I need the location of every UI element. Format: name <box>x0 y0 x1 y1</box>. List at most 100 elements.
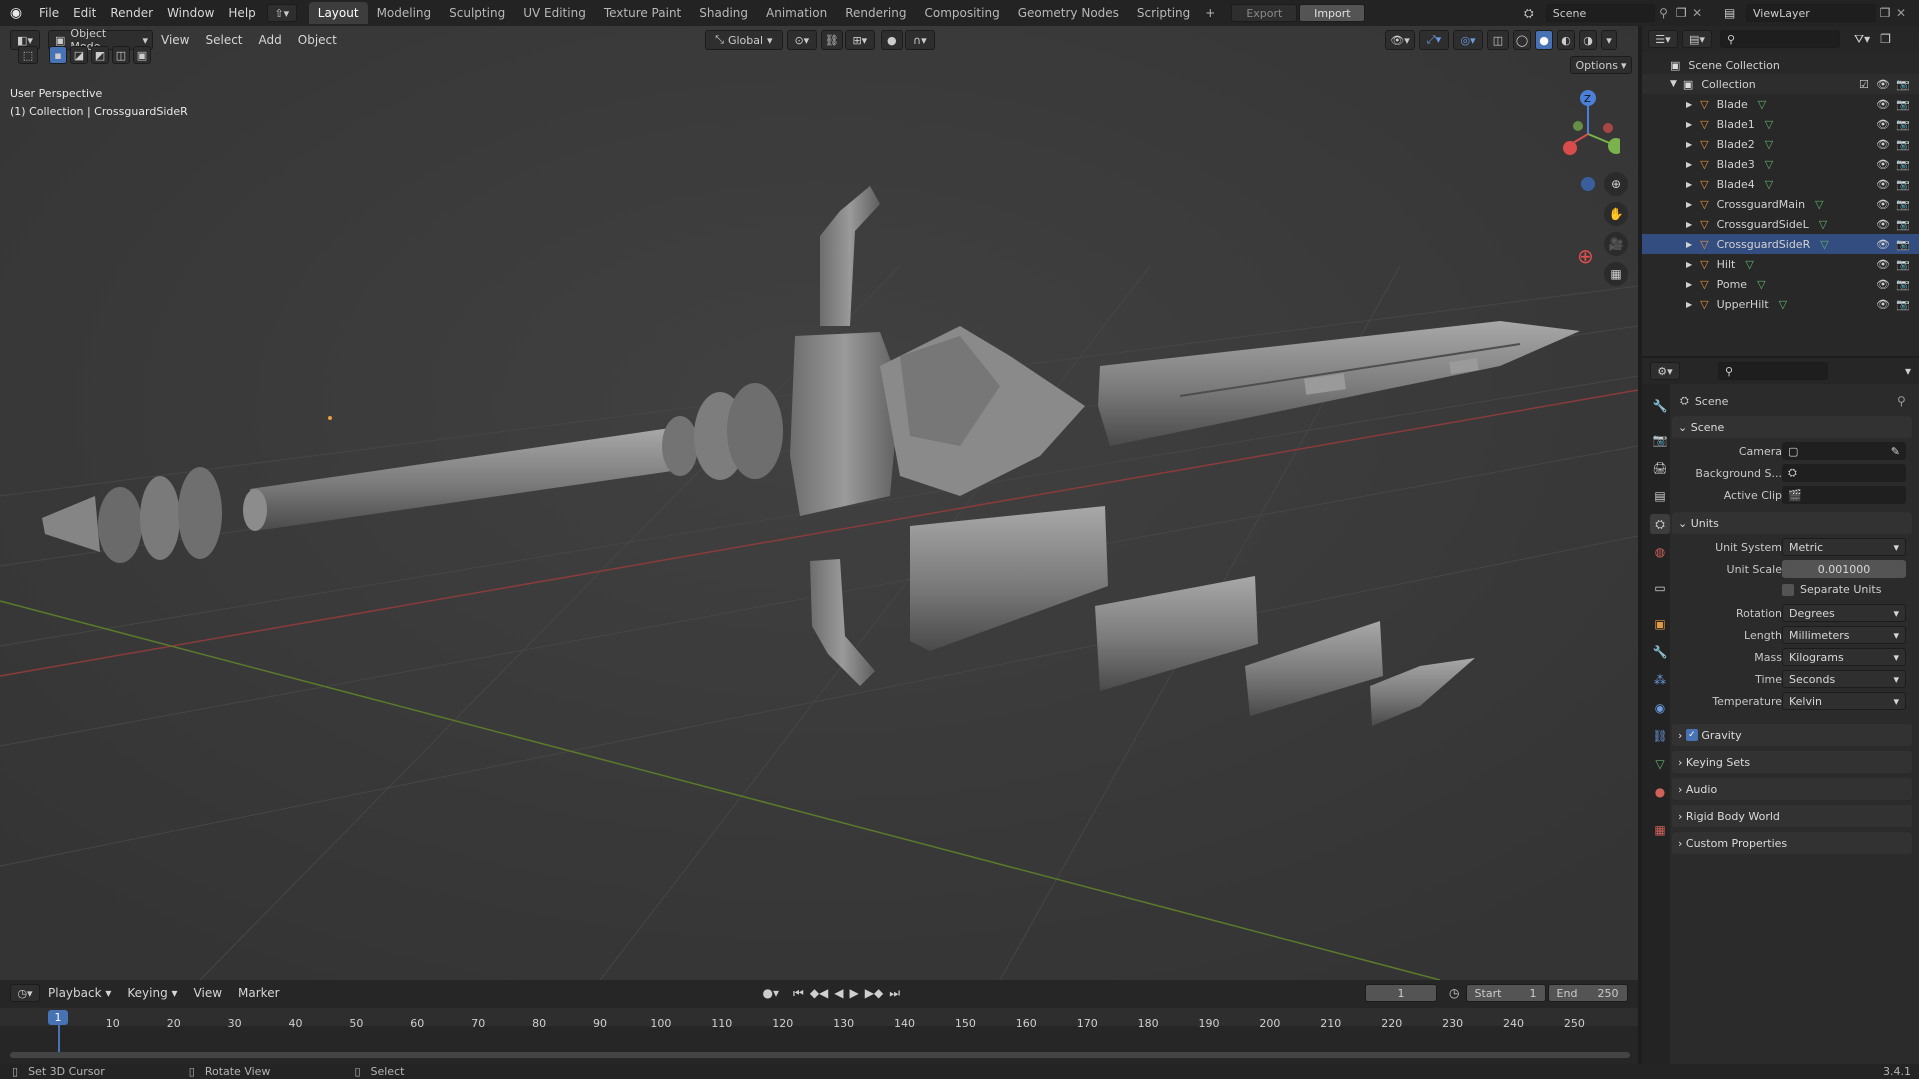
outliner-row-object[interactable]: ▶ ▽ CrossguardSideL ▽ 👁 📷 <box>1642 214 1919 234</box>
3d-viewport[interactable]: ◧▾ ▣Object Mode▾ View Select Add Object … <box>0 26 1638 980</box>
play-icon[interactable]: ▶ <box>850 986 859 1000</box>
viewport-menu-select[interactable]: Select <box>197 33 250 47</box>
view-layer-tab-icon[interactable]: ▤ <box>1650 486 1670 506</box>
outliner-row-object[interactable]: ▶ ▽ Blade2 ▽ 👁 📷 <box>1642 134 1919 154</box>
camera-field[interactable]: ▢ ✎ <box>1782 442 1906 460</box>
expand-arrow-icon[interactable]: ▶ <box>1686 140 1692 149</box>
expand-arrow-icon[interactable]: ▶ <box>1686 180 1692 189</box>
add-workspace-icon[interactable]: + <box>1199 6 1221 20</box>
render-camera-icon[interactable]: 📷 <box>1896 298 1910 311</box>
display-mode-icon[interactable]: ▤▾ <box>1682 30 1712 48</box>
visibility-eye-icon[interactable]: 👁 <box>1876 218 1890 231</box>
time-dropdown[interactable]: Seconds ▾ <box>1782 670 1906 688</box>
render-camera-icon[interactable]: 📷 <box>1896 198 1910 211</box>
menu-file[interactable]: File <box>32 6 66 20</box>
keying-sets-panel-header[interactable]: › Keying Sets <box>1672 751 1912 773</box>
snap-toggle[interactable]: ⛓ <box>820 30 843 50</box>
jump-end-icon[interactable]: ⏭ <box>889 986 900 1001</box>
menu-window[interactable]: Window <box>160 6 221 20</box>
mass-dropdown[interactable]: Kilograms ▾ <box>1782 648 1906 666</box>
tab-texture-paint[interactable]: Texture Paint <box>595 2 690 24</box>
particles-tab-icon[interactable]: ⁂ <box>1650 670 1670 690</box>
exclude-checkbox-icon[interactable]: ☑ <box>1859 78 1869 91</box>
import-button[interactable]: Import <box>1299 4 1366 22</box>
end-frame-field[interactable]: End 250 <box>1547 984 1628 1002</box>
pan-hand-icon[interactable]: ✋ <box>1604 202 1628 226</box>
tab-uv-editing[interactable]: UV Editing <box>514 2 595 24</box>
proportional-falloff-dropdown[interactable]: ∩▾ <box>904 30 935 50</box>
visibility-eye-icon[interactable]: 👁 <box>1876 118 1890 131</box>
render-camera-icon[interactable]: 📷 <box>1896 158 1910 171</box>
preview-range-icon[interactable]: ◷ <box>1449 986 1459 1000</box>
physics-tab-icon[interactable]: ◉ <box>1650 698 1670 718</box>
tab-shading[interactable]: Shading <box>690 2 757 24</box>
expand-arrow-icon[interactable]: ▶ <box>1686 100 1692 109</box>
scene-name-field[interactable]: Scene <box>1545 4 1655 22</box>
timeline-menu-playback[interactable]: Playback ▾ <box>40 986 119 1000</box>
outliner-row-object[interactable]: ▶ ▽ Pome ▽ 👁 📷 <box>1642 274 1919 294</box>
render-tab-icon[interactable]: 📷 <box>1650 430 1670 450</box>
unit-scale-field[interactable]: 0.001000 <box>1782 560 1906 578</box>
new-scene-icon[interactable]: ❐ <box>1672 6 1690 20</box>
xray-toggle-icon[interactable]: ◫ <box>1487 30 1509 50</box>
select-subtract-icon[interactable]: ◩ <box>91 46 109 64</box>
outliner-row-object[interactable]: ▶ ▽ Blade3 ▽ 👁 📷 <box>1642 154 1919 174</box>
start-frame-field[interactable]: Start 1 <box>1465 984 1546 1002</box>
audio-panel-header[interactable]: › Audio <box>1672 778 1912 800</box>
outliner-search-input[interactable]: ⚲ <box>1720 30 1840 48</box>
proportional-edit-toggle[interactable]: ● <box>880 30 903 50</box>
scene-tab-icon[interactable]: ⛭ <box>1650 514 1670 534</box>
neg-z-axis-icon[interactable] <box>1581 177 1595 191</box>
expand-arrow-icon[interactable]: ▼ <box>1670 79 1677 89</box>
properties-search-input[interactable]: ⚲ <box>1718 362 1828 380</box>
outliner-row-object[interactable]: ▶ ▽ CrossguardMain ▽ 👁 📷 <box>1642 194 1919 214</box>
visibility-eye-icon[interactable]: 👁 <box>1876 198 1890 211</box>
timeline-scrollbar[interactable] <box>10 1052 1630 1058</box>
pin-context-icon[interactable]: ⚲ <box>1897 394 1906 408</box>
gravity-panel-header[interactable]: › ✓ Gravity <box>1672 724 1912 746</box>
visibility-eye-icon[interactable]: 👁 <box>1876 98 1890 111</box>
menu-render[interactable]: Render <box>103 6 160 20</box>
jump-start-icon[interactable]: ⏮ <box>793 986 804 1001</box>
material-tab-icon[interactable]: ● <box>1650 782 1670 802</box>
visibility-eye-icon[interactable]: 👁 <box>1876 238 1890 251</box>
menu-help[interactable]: Help <box>221 6 262 20</box>
jump-keyframe-back-icon[interactable]: ◆◀ <box>810 986 828 1000</box>
render-camera-icon[interactable]: 📷 <box>1896 178 1910 191</box>
tool-tab-icon[interactable]: 🔧 <box>1650 396 1670 416</box>
expand-arrow-icon[interactable]: ▶ <box>1686 240 1692 249</box>
export-import-menu-icon[interactable]: ⇧▾ <box>266 4 297 22</box>
gizmo-toggle-icon[interactable]: ⤢▾ <box>1419 30 1449 50</box>
render-camera-icon[interactable]: 📷 <box>1896 258 1910 271</box>
expand-arrow-icon[interactable]: ▶ <box>1686 300 1692 309</box>
visibility-eye-icon[interactable]: 👁 <box>1876 278 1890 291</box>
object-tab-icon[interactable]: ▣ <box>1650 614 1670 634</box>
texture-tab-icon[interactable]: ▦ <box>1650 820 1670 840</box>
snap-target-dropdown[interactable]: ⊞▾ <box>844 30 875 50</box>
visibility-eye-icon[interactable]: 👁 <box>1876 298 1890 311</box>
playhead[interactable]: 1 <box>48 1010 68 1025</box>
gravity-checkbox[interactable]: ✓ <box>1685 729 1698 741</box>
auto-keying-icon[interactable]: ●▾ <box>763 986 780 1000</box>
filter-icon[interactable]: ⛛▾ <box>1854 32 1870 47</box>
viewlayer-selector[interactable]: ▤ ViewLayer ❐ ✕ <box>1724 3 1919 23</box>
neg-x-axis-icon[interactable] <box>1563 141 1577 155</box>
render-camera-icon[interactable]: 📷 <box>1896 238 1910 251</box>
visibility-eye-icon[interactable]: 👁 <box>1876 138 1890 151</box>
active-clip-field[interactable]: 🎬 <box>1782 486 1906 504</box>
visibility-eye-icon[interactable]: 👁 <box>1876 158 1890 171</box>
select-tool-icon[interactable]: ⬚ <box>18 46 38 64</box>
unit-system-dropdown[interactable]: Metric ▾ <box>1782 538 1906 556</box>
options-dropdown[interactable]: Options ▾ <box>1570 56 1632 74</box>
tab-geometry-nodes[interactable]: Geometry Nodes <box>1009 2 1128 24</box>
units-panel-header[interactable]: ⌄ Units <box>1672 512 1912 534</box>
select-intersect-icon[interactable]: ▣ <box>133 46 151 64</box>
outliner-row-object[interactable]: ▶ ▽ Hilt ▽ 👁 📷 <box>1642 254 1919 274</box>
scene-panel-header[interactable]: ⌄ Scene <box>1672 416 1912 438</box>
menu-edit[interactable]: Edit <box>66 6 103 20</box>
new-viewlayer-icon[interactable]: ❐ <box>1876 6 1894 20</box>
visibility-eye-icon[interactable]: 👁 <box>1876 178 1890 191</box>
tab-rendering[interactable]: Rendering <box>836 2 915 24</box>
outliner-row-collection[interactable]: ▼ ▣ Collection ☑ 👁 📷 <box>1642 74 1919 94</box>
render-camera-icon[interactable]: 📷 <box>1896 138 1910 151</box>
